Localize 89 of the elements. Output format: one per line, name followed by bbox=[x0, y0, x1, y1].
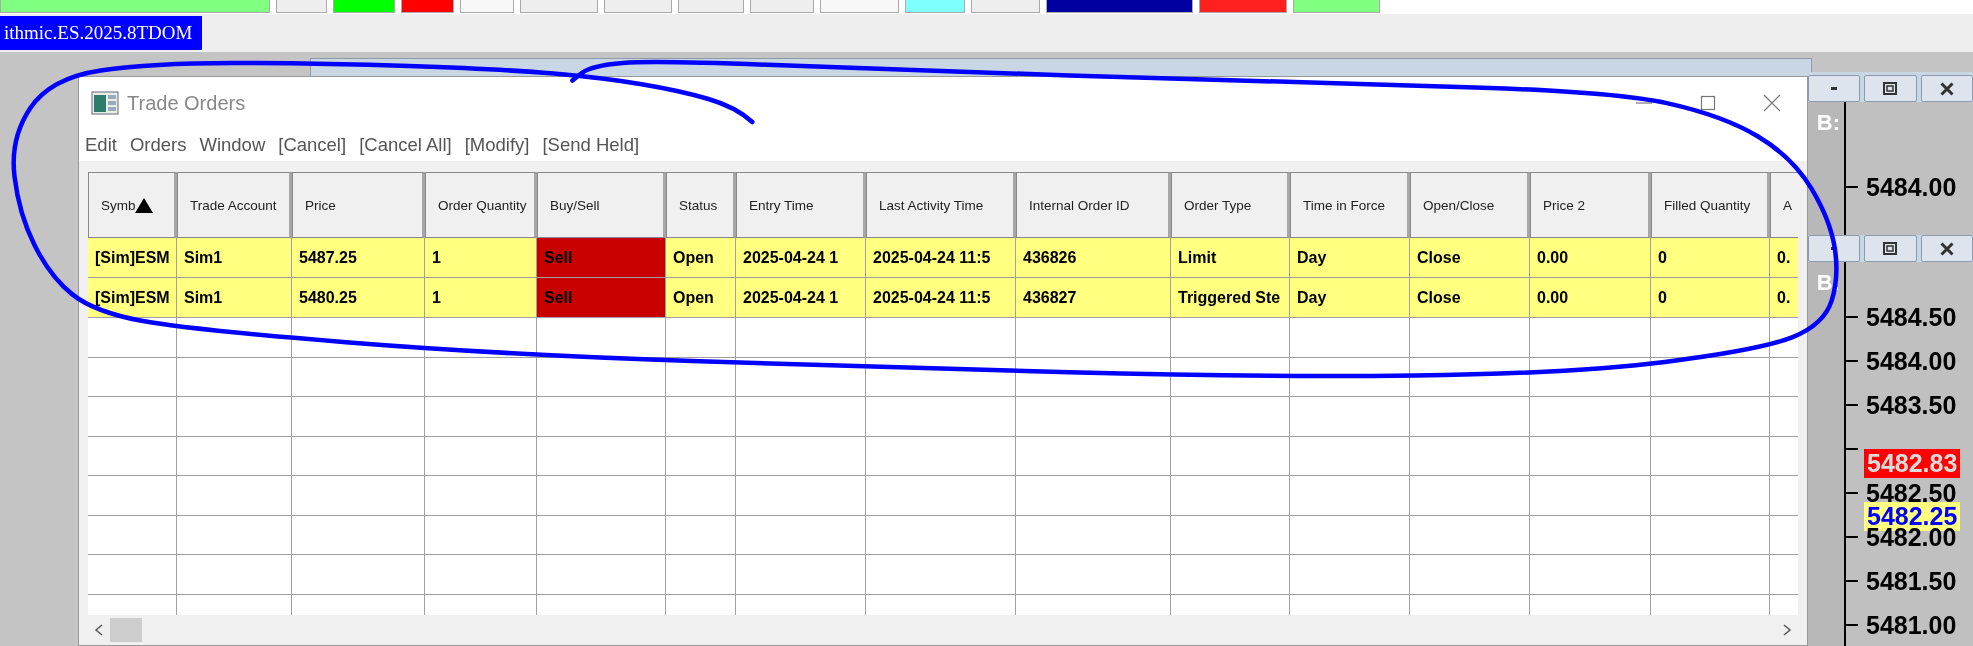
restore-icon bbox=[1883, 241, 1898, 256]
menu-item[interactable]: [Send Held] bbox=[542, 134, 640, 156]
column-header[interactable]: Internal Order ID bbox=[1016, 172, 1171, 238]
table-cell: 0.00 bbox=[1530, 238, 1651, 278]
table-cell: Sim1 bbox=[177, 278, 292, 318]
table-cell: 436827 bbox=[1016, 278, 1171, 318]
minimize-icon bbox=[1831, 87, 1838, 90]
table-cell: 5480.25 bbox=[292, 278, 425, 318]
column-header[interactable]: Open/Close bbox=[1410, 172, 1530, 238]
table-cell: Close bbox=[1410, 238, 1530, 278]
table-cell: Day bbox=[1290, 278, 1410, 318]
column-header[interactable]: Order Quantity bbox=[425, 172, 537, 238]
table-cell bbox=[666, 476, 736, 516]
table-cell: 2025-04-24 11:5 bbox=[866, 238, 1016, 278]
menu-item[interactable]: Orders bbox=[129, 134, 187, 156]
restore-button[interactable] bbox=[1864, 235, 1917, 262]
column-header[interactable]: Order Type bbox=[1171, 172, 1290, 238]
chevron-left-icon bbox=[94, 624, 104, 636]
column-header[interactable]: Price 2 bbox=[1530, 172, 1651, 238]
table-cell: 5487.25 bbox=[292, 238, 425, 278]
menu-item[interactable]: Window bbox=[199, 134, 266, 156]
price-label: 5484.00 bbox=[1866, 172, 1957, 202]
restore-icon bbox=[1883, 81, 1898, 96]
column-header[interactable]: Last Activity Time bbox=[866, 172, 1016, 238]
menu-item[interactable]: Edit bbox=[85, 134, 117, 156]
table-cell: Sell bbox=[537, 238, 666, 278]
menu-item[interactable]: [Modify] bbox=[464, 134, 530, 156]
table-cell: Day bbox=[1290, 238, 1410, 278]
table-cell: Triggered Ste bbox=[1171, 278, 1290, 318]
column-header[interactable]: Trade Account bbox=[177, 172, 292, 238]
window-title: Trade Orders bbox=[127, 91, 246, 115]
app-icon bbox=[91, 91, 119, 115]
close-button[interactable] bbox=[1761, 92, 1783, 114]
close-icon bbox=[1939, 241, 1954, 256]
table-cell: Open bbox=[666, 278, 736, 318]
toolbar-button[interactable] bbox=[1046, 0, 1193, 13]
table-cell bbox=[666, 436, 736, 476]
column-header[interactable]: Entry Time bbox=[736, 172, 866, 238]
column-header[interactable]: Status bbox=[666, 172, 736, 238]
table-cell: Sim1 bbox=[177, 238, 292, 278]
table-cell: 0 bbox=[1651, 238, 1770, 278]
restore-button[interactable] bbox=[1864, 75, 1917, 102]
scroll-right-button[interactable] bbox=[1782, 624, 1792, 636]
column-header[interactable]: Price bbox=[292, 172, 425, 238]
menu-item[interactable]: [Cancel All] bbox=[359, 134, 452, 156]
ask-price-marker: 5482.83 bbox=[1864, 449, 1961, 478]
menu-item[interactable]: [Cancel] bbox=[278, 134, 347, 156]
table-cell: 2025-04-24 11:5 bbox=[866, 278, 1016, 318]
column-header[interactable]: A bbox=[1770, 172, 1798, 238]
sort-ascending-icon bbox=[134, 197, 153, 213]
table-cell: 1 bbox=[425, 238, 537, 278]
close-icon bbox=[1763, 94, 1781, 112]
close-icon bbox=[1939, 81, 1954, 96]
table-cell: [Sim]ESM bbox=[88, 238, 177, 278]
chart-tab[interactable]: ithmic.ES.2025.8TDOM bbox=[0, 16, 203, 50]
price-label: 5481.00 bbox=[1866, 610, 1957, 640]
table-cell: 436826 bbox=[1016, 238, 1171, 278]
price-label: 5484.50 bbox=[1866, 302, 1957, 332]
minimize-icon bbox=[1636, 102, 1652, 104]
table-cell: 0 bbox=[1651, 278, 1770, 318]
table-cell: Close bbox=[1410, 278, 1530, 318]
column-header[interactable]: Time in Force bbox=[1290, 172, 1410, 238]
scroll-left-button[interactable] bbox=[94, 624, 104, 636]
table-cell: 1 bbox=[425, 278, 537, 318]
table-cell: 2025-04-24 1 bbox=[736, 238, 866, 278]
table-cell: 0. bbox=[1770, 278, 1798, 318]
table-cell bbox=[666, 318, 736, 358]
table-cell: Sell bbox=[537, 278, 666, 318]
close-button[interactable] bbox=[1920, 75, 1973, 102]
table-cell bbox=[666, 515, 736, 555]
table-cell bbox=[666, 397, 736, 437]
maximize-icon bbox=[1700, 95, 1716, 111]
price-label: 5481.50 bbox=[1866, 566, 1957, 596]
table-cell: 0. bbox=[1770, 238, 1798, 278]
close-button[interactable] bbox=[1920, 235, 1973, 262]
column-header[interactable]: Symb bbox=[88, 172, 177, 238]
table-cell: 0.00 bbox=[1530, 278, 1651, 318]
table-cell: 2025-04-24 1 bbox=[736, 278, 866, 318]
column-header[interactable]: Buy/Sell bbox=[537, 172, 666, 238]
table-cell: Limit bbox=[1171, 238, 1290, 278]
chevron-right-icon bbox=[1782, 624, 1792, 636]
minimize-button[interactable] bbox=[1808, 235, 1861, 262]
price-label: 5484.00 bbox=[1866, 346, 1957, 376]
price-label: 5483.50 bbox=[1866, 390, 1957, 420]
bid-label: B: bbox=[1816, 109, 1841, 136]
table-cell: [Sim]ESM bbox=[88, 278, 177, 318]
table-cell: Open bbox=[666, 238, 736, 278]
column-header[interactable]: Filled Quantity bbox=[1651, 172, 1770, 238]
scroll-thumb[interactable] bbox=[110, 618, 142, 642]
